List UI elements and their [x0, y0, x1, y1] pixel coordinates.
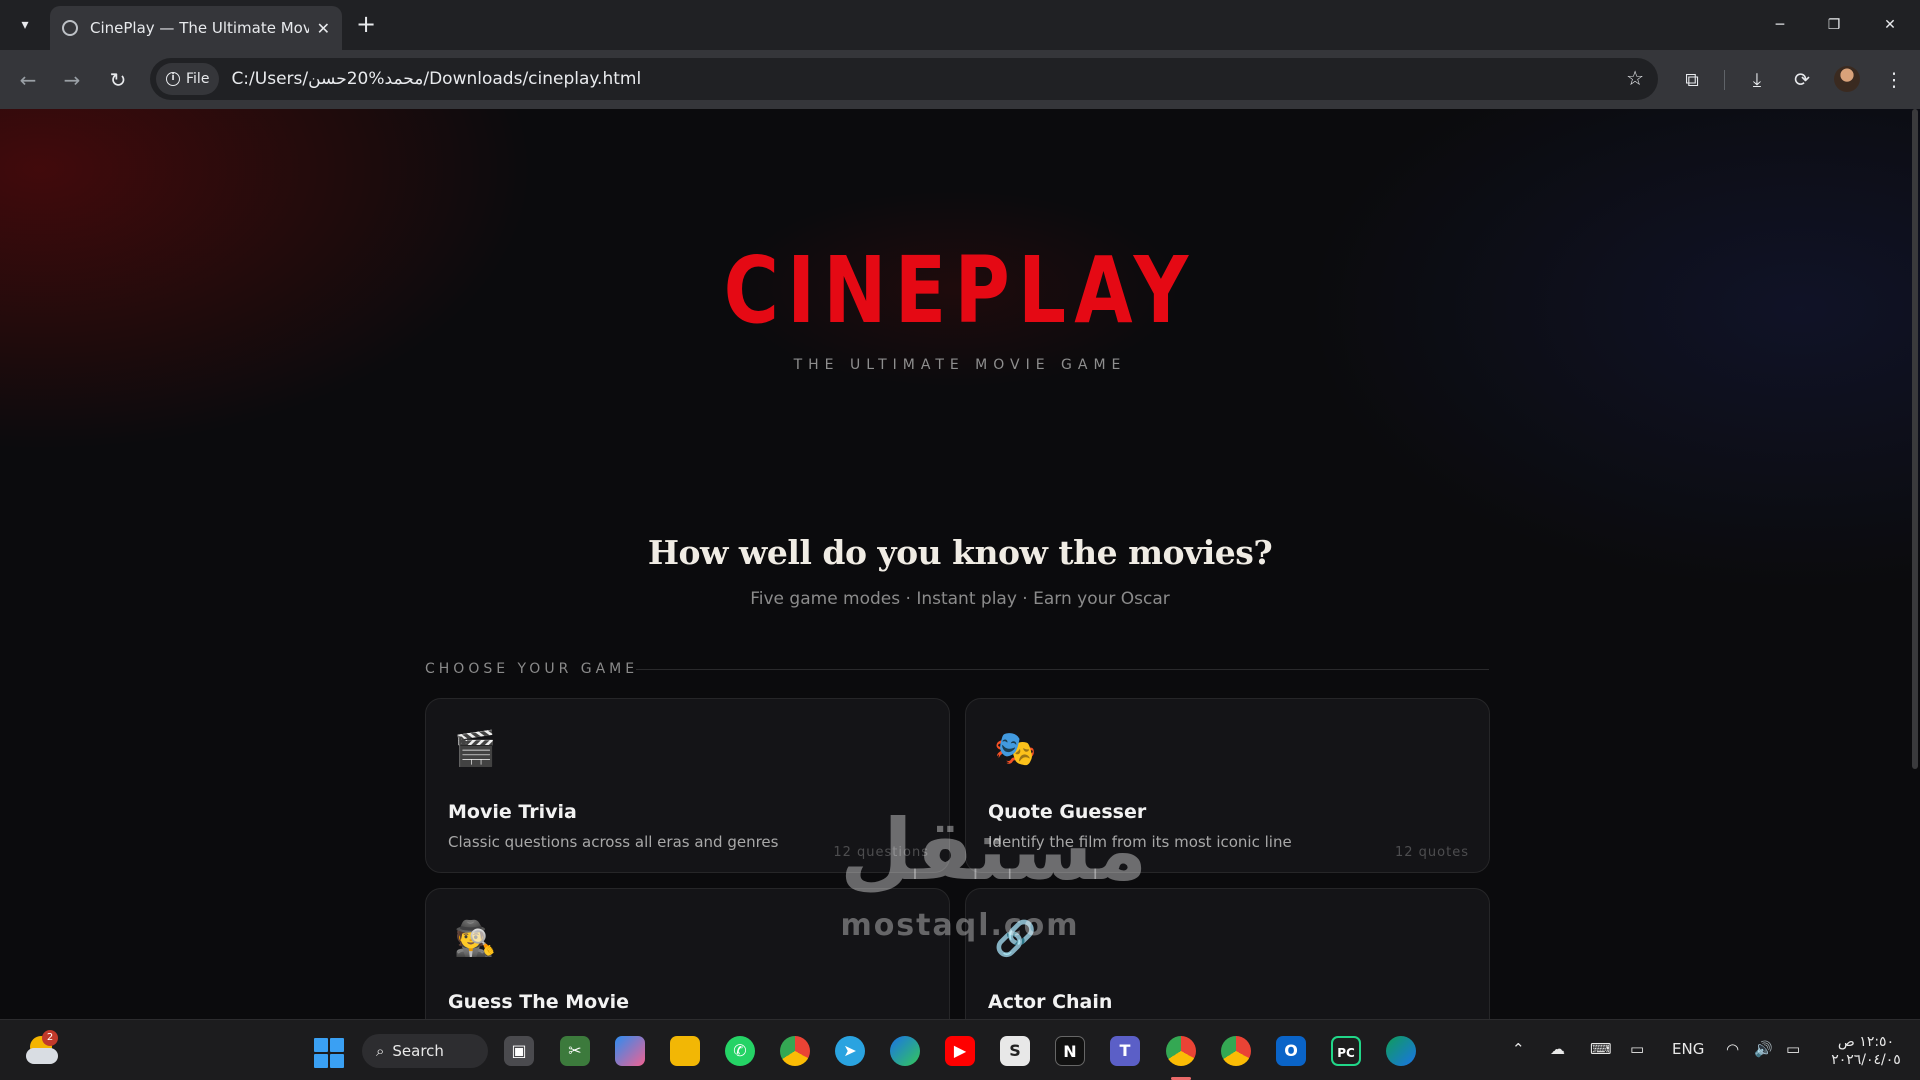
- info-icon: i: [166, 72, 180, 86]
- maximize-icon[interactable]: ❐: [1806, 0, 1862, 50]
- url-text[interactable]: C:/Users/محمد%20حسن/Downloads/cineplay.h…: [231, 69, 641, 89]
- language-indicator[interactable]: ENG: [1672, 1040, 1704, 1058]
- snipping-tool-icon[interactable]: ✂: [560, 1036, 590, 1066]
- browser-tab[interactable]: CinePlay — The Ultimate Movie Game ✕: [50, 6, 342, 50]
- tab-close-icon[interactable]: ✕: [317, 19, 330, 38]
- tablet-mode-icon[interactable]: ▭: [1630, 1040, 1644, 1058]
- notification-badge: 2: [42, 1030, 58, 1046]
- back-icon[interactable]: ←: [12, 64, 44, 96]
- chrome-profile-icon[interactable]: [1221, 1036, 1251, 1066]
- profile-avatar[interactable]: [1834, 66, 1860, 92]
- reload-icon[interactable]: ↻: [102, 64, 134, 96]
- window-close-icon[interactable]: ✕: [1862, 0, 1918, 50]
- tab-search-icon[interactable]: ▾: [8, 8, 42, 42]
- pycharm-icon[interactable]: PC: [1331, 1036, 1361, 1066]
- clock-date: ٢٠٢٦/٠٤/٠٥: [1831, 1052, 1901, 1068]
- watermark-latin: mostaql.com: [840, 908, 1080, 943]
- address-bar[interactable]: i File C:/Users/محمد%20حسن/Downloads/cin…: [150, 58, 1658, 100]
- cloud-icon: [26, 1048, 58, 1064]
- section-divider: [636, 669, 1489, 670]
- browser-titlebar: ▾ CinePlay — The Ultimate Movie Game ✕ +…: [0, 0, 1920, 50]
- game-card-title: Movie Trivia: [448, 801, 577, 823]
- windows-taskbar: 2 ⌕ Search ▣ ✂ ✆ ➤ ▶ S N T O PC ⌃ ☁ ⌨ ▭ …: [0, 1019, 1920, 1080]
- page-subline: Five game modes · Instant play · Earn yo…: [750, 589, 1170, 609]
- browser-toolbar: ← → ↻ i File C:/Users/محمد%20حسن/Downloa…: [0, 50, 1920, 109]
- chrome-active-icon[interactable]: [1166, 1036, 1196, 1066]
- sublime-icon[interactable]: S: [1000, 1036, 1030, 1066]
- menu-icon[interactable]: ⋮: [1878, 64, 1910, 96]
- system-clock[interactable]: ١٢:٥٠ ص ٢٠٢٦/٠٤/٠٥: [1826, 1033, 1906, 1069]
- volume-icon[interactable]: 🔊: [1754, 1040, 1773, 1058]
- start-button[interactable]: [314, 1038, 344, 1068]
- clock-time: ١٢:٥٠ ص: [1837, 1034, 1895, 1050]
- file-explorer-icon[interactable]: [670, 1036, 700, 1066]
- whatsapp-icon[interactable]: ✆: [725, 1036, 755, 1066]
- chevron-up-icon[interactable]: ⌃: [1512, 1040, 1525, 1058]
- minimize-icon[interactable]: ─: [1752, 0, 1808, 50]
- telegram-icon[interactable]: ➤: [835, 1036, 865, 1066]
- section-label: CHOOSE YOUR GAME: [425, 661, 639, 677]
- chrome-icon[interactable]: [780, 1036, 810, 1066]
- task-view-icon[interactable]: ▣: [504, 1036, 534, 1066]
- toolbar-divider: [1724, 70, 1725, 90]
- download-icon[interactable]: ⤓: [1741, 64, 1773, 96]
- star-icon[interactable]: ☆: [1626, 66, 1644, 90]
- game-card-title: Actor Chain: [988, 991, 1113, 1013]
- copilot-icon[interactable]: [615, 1036, 645, 1066]
- sync-icon[interactable]: ⟳: [1786, 64, 1818, 96]
- detective-icon: 🕵️: [454, 919, 497, 959]
- game-card-description: Classic questions across all eras and ge…: [448, 833, 779, 851]
- onedrive-icon[interactable]: ☁: [1550, 1040, 1565, 1058]
- watermark-arabic: مستقل: [840, 801, 1148, 899]
- clapperboard-icon: 🎬: [454, 729, 497, 769]
- tab-title: CinePlay — The Ultimate Movie Game: [90, 19, 309, 37]
- file-chip-label: File: [186, 71, 210, 87]
- outlook-icon[interactable]: O: [1276, 1036, 1306, 1066]
- forward-icon[interactable]: →: [56, 64, 88, 96]
- page-scrollbar[interactable]: [1912, 109, 1918, 769]
- youtube-icon[interactable]: ▶: [945, 1036, 975, 1066]
- game-card-count: 12 quotes: [1395, 845, 1469, 860]
- weather-widget[interactable]: 2: [24, 1030, 60, 1068]
- search-icon: ⌕: [376, 1042, 385, 1060]
- edge-dev-icon[interactable]: [1386, 1036, 1416, 1066]
- extensions-icon[interactable]: ⧉: [1676, 64, 1708, 96]
- edge-icon[interactable]: [890, 1036, 920, 1066]
- battery-icon[interactable]: ▭: [1786, 1040, 1800, 1058]
- theater-masks-icon: 🎭: [994, 729, 1037, 769]
- teams-icon[interactable]: T: [1110, 1036, 1140, 1066]
- wifi-icon[interactable]: ◠: [1726, 1040, 1739, 1058]
- cineplay-logo: CINEPLAY: [723, 237, 1197, 344]
- taskbar-search[interactable]: ⌕ Search: [362, 1034, 488, 1068]
- tagline: THE ULTIMATE MOVIE GAME: [793, 357, 1127, 373]
- taskbar-search-label: Search: [392, 1042, 444, 1060]
- page-headline: How well do you know the movies?: [647, 533, 1273, 572]
- new-tab-button[interactable]: +: [352, 10, 380, 38]
- site-info-chip[interactable]: i File: [156, 63, 220, 95]
- globe-icon: [62, 20, 78, 36]
- game-card-title: Guess The Movie: [448, 991, 629, 1013]
- notion-icon[interactable]: N: [1055, 1036, 1085, 1066]
- keyboard-icon[interactable]: ⌨: [1590, 1040, 1612, 1058]
